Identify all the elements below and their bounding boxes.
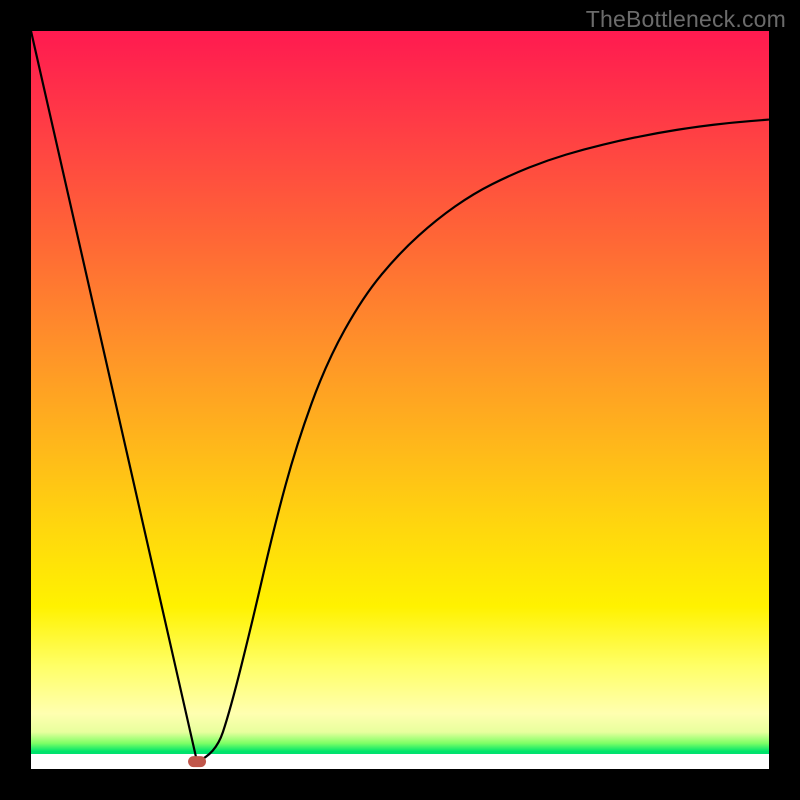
chart-plot-area — [31, 31, 769, 769]
minimum-marker — [188, 756, 206, 767]
bottleneck-curve — [31, 31, 769, 762]
chart-svg — [31, 31, 769, 769]
watermark-text: TheBottleneck.com — [586, 6, 786, 33]
chart-frame: TheBottleneck.com — [0, 0, 800, 800]
